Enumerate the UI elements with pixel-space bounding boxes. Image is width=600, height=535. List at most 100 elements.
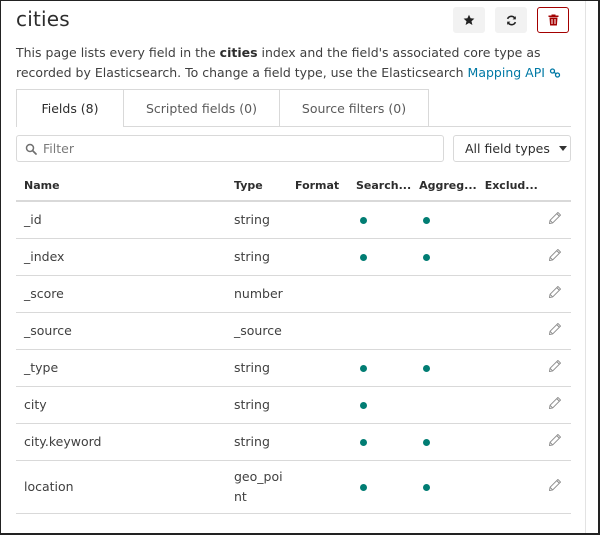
field-format — [287, 386, 348, 424]
searchable-cell — [348, 349, 412, 387]
tab-divider — [123, 126, 571, 127]
actions-cell — [538, 238, 571, 276]
search-icon — [25, 143, 37, 155]
excluded-cell — [476, 386, 539, 424]
column-header-aggregatable[interactable]: Aggreg... — [411, 171, 477, 202]
field-name: city.keyword — [16, 423, 226, 461]
pencil-icon — [548, 285, 561, 299]
column-header-excluded[interactable]: Exclud... — [476, 171, 539, 202]
field-format — [287, 201, 348, 239]
actions-cell — [538, 349, 571, 387]
caret-down-icon — [558, 146, 567, 151]
column-header-searchable[interactable]: Search... — [348, 171, 412, 202]
edit-field-button[interactable] — [548, 433, 562, 450]
field-name: city — [16, 386, 226, 424]
table-row: _index string — [16, 238, 571, 276]
searchable-cell — [348, 275, 412, 313]
filter-input[interactable] — [43, 141, 423, 156]
column-header-type[interactable]: Type — [226, 171, 287, 202]
mapping-api-link-label: Mapping API — [467, 65, 545, 80]
searchable-indicator — [360, 217, 367, 225]
pencil-icon — [548, 359, 561, 373]
pencil-icon — [548, 433, 561, 447]
link-icon — [549, 68, 561, 78]
fields-table: Name Type Format Search... Aggreg... Exc… — [16, 171, 571, 514]
field-format — [287, 349, 348, 387]
description-text: This page lists every field in the — [16, 45, 220, 60]
excluded-cell — [476, 201, 539, 239]
pencil-icon — [548, 396, 561, 410]
tab-fields[interactable]: Fields (8) — [16, 89, 124, 127]
field-type: string — [226, 349, 287, 387]
set-default-button[interactable] — [453, 7, 485, 33]
excluded-cell — [476, 275, 539, 313]
aggregatable-indicator — [423, 365, 431, 372]
table-row: _source _source — [16, 312, 571, 350]
edit-field-button[interactable] — [548, 211, 562, 228]
field-name: _index — [16, 238, 226, 276]
edit-field-button[interactable] — [548, 322, 562, 339]
scrollbar[interactable] — [585, 1, 598, 533]
aggregatable-cell — [411, 460, 477, 514]
field-type: geo_point — [226, 460, 287, 514]
tab-source-filters[interactable]: Source filters (0) — [279, 89, 429, 127]
excluded-cell — [476, 349, 539, 387]
aggregatable-indicator — [423, 217, 431, 225]
searchable-cell — [348, 201, 412, 239]
aggregatable-cell — [411, 423, 477, 461]
searchable-indicator — [360, 402, 367, 409]
field-format — [287, 238, 348, 276]
refresh-fields-button[interactable] — [495, 7, 527, 33]
searchable-indicator — [360, 365, 367, 372]
edit-field-button[interactable] — [548, 359, 562, 376]
pencil-icon — [548, 478, 561, 492]
trash-icon — [548, 14, 558, 26]
table-row: location geo_point — [16, 460, 571, 514]
actions-cell — [538, 423, 571, 461]
header-actions — [453, 7, 569, 33]
searchable-indicator — [360, 439, 367, 446]
aggregatable-cell — [411, 386, 477, 424]
mapping-api-link[interactable]: Mapping API — [468, 65, 561, 80]
field-name: location — [16, 460, 226, 514]
edit-field-button[interactable] — [548, 248, 562, 265]
column-header-format[interactable]: Format — [287, 171, 348, 202]
index-pattern-page: cities This page lists every field in th… — [0, 0, 600, 535]
tab-scripted-fields[interactable]: Scripted fields (0) — [123, 89, 280, 127]
field-type: string — [226, 386, 287, 424]
aggregatable-indicator — [423, 439, 431, 446]
edit-field-button[interactable] — [548, 478, 562, 495]
edit-field-button[interactable] — [548, 396, 562, 413]
field-name: _type — [16, 349, 226, 387]
actions-cell — [538, 201, 571, 239]
aggregatable-cell — [411, 275, 477, 313]
table-row: city.keyword string — [16, 423, 571, 461]
table-row: _type string — [16, 349, 571, 387]
excluded-cell — [476, 238, 539, 276]
field-format — [287, 423, 348, 461]
field-type: number — [226, 275, 287, 313]
table-row: _score number — [16, 275, 571, 313]
searchable-indicator — [360, 484, 367, 491]
field-type: string — [226, 423, 287, 461]
field-type-select[interactable]: All field types — [453, 135, 571, 162]
actions-cell — [538, 312, 571, 350]
actions-cell — [538, 460, 571, 514]
filter-field[interactable] — [16, 135, 444, 162]
searchable-cell — [348, 238, 412, 276]
actions-cell — [538, 386, 571, 424]
field-format — [287, 275, 348, 313]
star-icon — [463, 14, 475, 25]
tab-label: Source filters (0) — [301, 100, 407, 116]
delete-index-pattern-button[interactable] — [537, 7, 569, 33]
searchable-cell — [348, 386, 412, 424]
field-format — [287, 460, 348, 514]
excluded-cell — [476, 460, 539, 514]
actions-cell — [538, 275, 571, 313]
pencil-icon — [548, 322, 561, 336]
column-header-name[interactable]: Name — [16, 171, 226, 202]
excluded-cell — [476, 312, 539, 350]
aggregatable-indicator — [423, 484, 431, 491]
excluded-cell — [476, 423, 539, 461]
edit-field-button[interactable] — [548, 285, 562, 302]
